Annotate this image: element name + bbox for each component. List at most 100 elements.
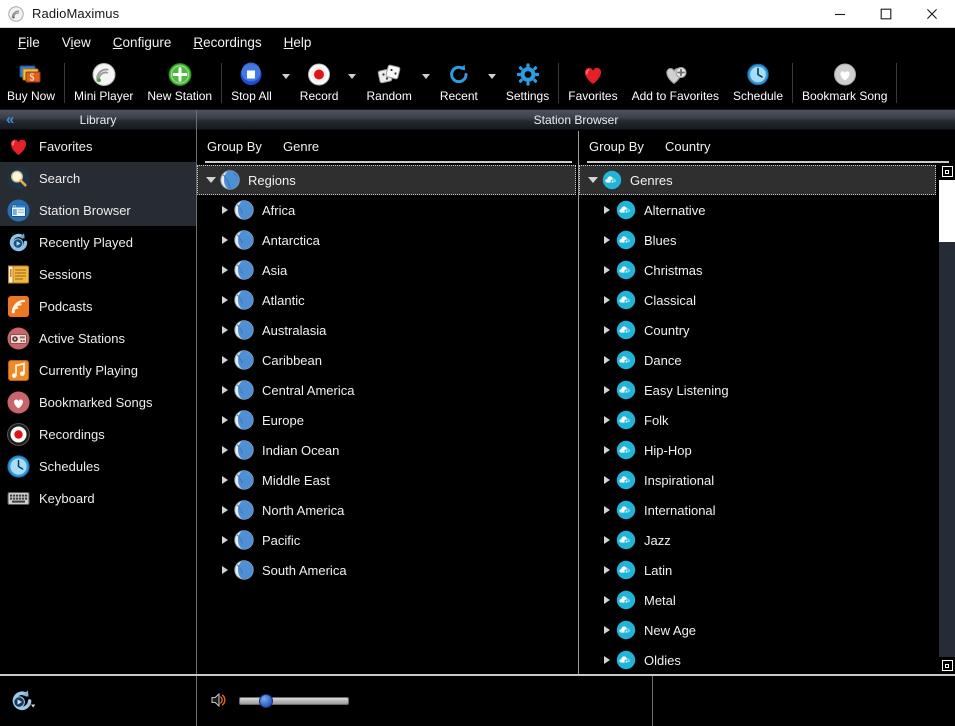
expander-right-icon[interactable] <box>217 326 233 334</box>
expander-right-icon[interactable] <box>217 206 233 214</box>
toolbar-dropdown-recent[interactable] <box>485 58 499 109</box>
expander-right-icon[interactable] <box>599 566 615 574</box>
speaker-icon[interactable] <box>209 691 227 712</box>
tree-row-genre[interactable]: International <box>579 495 938 525</box>
sidebar-item-bookmarked-songs[interactable]: Bookmarked Songs <box>0 386 196 418</box>
sidebar-item-sessions[interactable]: Sessions <box>0 258 196 290</box>
expander-right-icon[interactable] <box>599 656 615 664</box>
sidebar-item-schedules[interactable]: Schedules <box>0 450 196 482</box>
tree-row-root[interactable]: Genres <box>579 165 936 195</box>
expander-right-icon[interactable] <box>217 566 233 574</box>
expander-right-icon[interactable] <box>217 356 233 364</box>
expander-right-icon[interactable] <box>217 416 233 424</box>
scroll-up-button[interactable] <box>939 163 955 180</box>
expander-right-icon[interactable] <box>599 206 615 214</box>
tree-row-region[interactable]: South America <box>197 555 578 585</box>
tree-row-region[interactable]: Indian Ocean <box>197 435 578 465</box>
toolbar-button-random[interactable]: Random <box>359 58 418 109</box>
toolbar-button-add-to-favorites[interactable]: Add to Favorites <box>625 58 726 109</box>
tree-row-genre[interactable]: Alternative <box>579 195 938 225</box>
expander-right-icon[interactable] <box>599 266 615 274</box>
tree-row-genre[interactable]: Jazz <box>579 525 938 555</box>
expander-right-icon[interactable] <box>217 476 233 484</box>
menu-help[interactable]: Help <box>274 32 322 54</box>
sidebar-item-favorites[interactable]: Favorites <box>0 130 196 162</box>
group-by-value[interactable]: Country <box>665 139 711 154</box>
scroll-down-button[interactable] <box>939 657 955 674</box>
tree-row-genre[interactable]: New Age <box>579 615 938 645</box>
tree-row-region[interactable]: Caribbean <box>197 345 578 375</box>
tree-row-region[interactable]: Antarctica <box>197 225 578 255</box>
maximize-button[interactable] <box>863 0 909 28</box>
scrollbar-track[interactable] <box>939 180 955 657</box>
expander-right-icon[interactable] <box>217 506 233 514</box>
sidebar-item-keyboard[interactable]: Keyboard <box>0 482 196 514</box>
expander-right-icon[interactable] <box>217 446 233 454</box>
expander-right-icon[interactable] <box>217 236 233 244</box>
menu-view[interactable]: View <box>52 32 101 54</box>
sidebar-item-station-browser[interactable]: Station Browser <box>0 194 196 226</box>
expander-right-icon[interactable] <box>217 266 233 274</box>
toolbar-button-record[interactable]: Record <box>293 58 346 109</box>
tree-row-genre[interactable]: Blues <box>579 225 938 255</box>
toolbar-button-settings[interactable]: Settings <box>499 58 556 109</box>
expander-right-icon[interactable] <box>599 506 615 514</box>
sidebar-item-active-stations[interactable]: Active Stations <box>0 322 196 354</box>
replay-dropdown-icon[interactable] <box>8 686 38 716</box>
expander-down-icon[interactable] <box>585 177 601 183</box>
expander-right-icon[interactable] <box>217 536 233 544</box>
tree-row-region[interactable]: Europe <box>197 405 578 435</box>
menu-file[interactable]: File <box>8 32 50 54</box>
expander-right-icon[interactable] <box>599 236 615 244</box>
tree-row-region[interactable]: Australasia <box>197 315 578 345</box>
tree-row-genre[interactable]: Inspirational <box>579 465 938 495</box>
expander-right-icon[interactable] <box>599 446 615 454</box>
expander-right-icon[interactable] <box>599 386 615 394</box>
volume-slider[interactable] <box>239 694 349 708</box>
tree-row-genre[interactable]: Classical <box>579 285 938 315</box>
expander-right-icon[interactable] <box>599 326 615 334</box>
tree-row-genre[interactable]: Latin <box>579 555 938 585</box>
toolbar-button-stop-all[interactable]: Stop All <box>224 58 279 109</box>
close-button[interactable] <box>909 0 955 28</box>
scrollbar-thumb[interactable] <box>939 180 955 242</box>
toolbar-button-mini-player[interactable]: Mini Player <box>67 58 140 109</box>
expander-right-icon[interactable] <box>599 476 615 484</box>
toolbar-button-bookmark-song[interactable]: Bookmark Song <box>795 58 894 109</box>
expander-right-icon[interactable] <box>599 356 615 364</box>
sidebar-item-search[interactable]: Search <box>0 162 196 194</box>
group-by-regions[interactable]: Group By Genre <box>197 131 578 161</box>
tree-row-genre[interactable]: Oldies <box>579 645 938 674</box>
group-by-genres[interactable]: Group By Country <box>579 131 955 161</box>
tree-row-genre[interactable]: Christmas <box>579 255 938 285</box>
menu-recordings[interactable]: Recordings <box>183 32 271 54</box>
expander-right-icon[interactable] <box>599 296 615 304</box>
expander-right-icon[interactable] <box>599 626 615 634</box>
tree-row-root[interactable]: Regions <box>197 165 576 195</box>
toolbar-button-buy-now[interactable]: $ Buy Now <box>0 58 62 109</box>
expander-right-icon[interactable] <box>599 416 615 424</box>
tree-row-genre[interactable]: Folk <box>579 405 938 435</box>
expander-right-icon[interactable] <box>217 296 233 304</box>
expander-right-icon[interactable] <box>599 596 615 604</box>
expander-right-icon[interactable] <box>599 536 615 544</box>
tree-row-region[interactable]: Pacific <box>197 525 578 555</box>
menu-configure[interactable]: Configure <box>103 32 182 54</box>
expander-down-icon[interactable] <box>203 177 219 183</box>
minimize-button[interactable] <box>817 0 863 28</box>
sidebar-item-recently-played[interactable]: Recently Played <box>0 226 196 258</box>
tree-row-region[interactable]: Atlantic <box>197 285 578 315</box>
tree-row-region[interactable]: Africa <box>197 195 578 225</box>
tree-row-genre[interactable]: Dance <box>579 345 938 375</box>
expander-right-icon[interactable] <box>217 386 233 394</box>
toolbar-dropdown-random[interactable] <box>419 58 433 109</box>
toolbar-button-schedule[interactable]: Schedule <box>726 58 790 109</box>
tree-row-genre[interactable]: Easy Listening <box>579 375 938 405</box>
toolbar-button-new-station[interactable]: New Station <box>140 58 219 109</box>
toolbar-button-recent[interactable]: Recent <box>433 58 485 109</box>
tree-row-genre[interactable]: Country <box>579 315 938 345</box>
tree-row-genre[interactable]: Hip-Hop <box>579 435 938 465</box>
toolbar-dropdown-record[interactable] <box>345 58 359 109</box>
toolbar-button-favorites[interactable]: Favorites <box>561 58 624 109</box>
tree-row-genre[interactable]: Metal <box>579 585 938 615</box>
